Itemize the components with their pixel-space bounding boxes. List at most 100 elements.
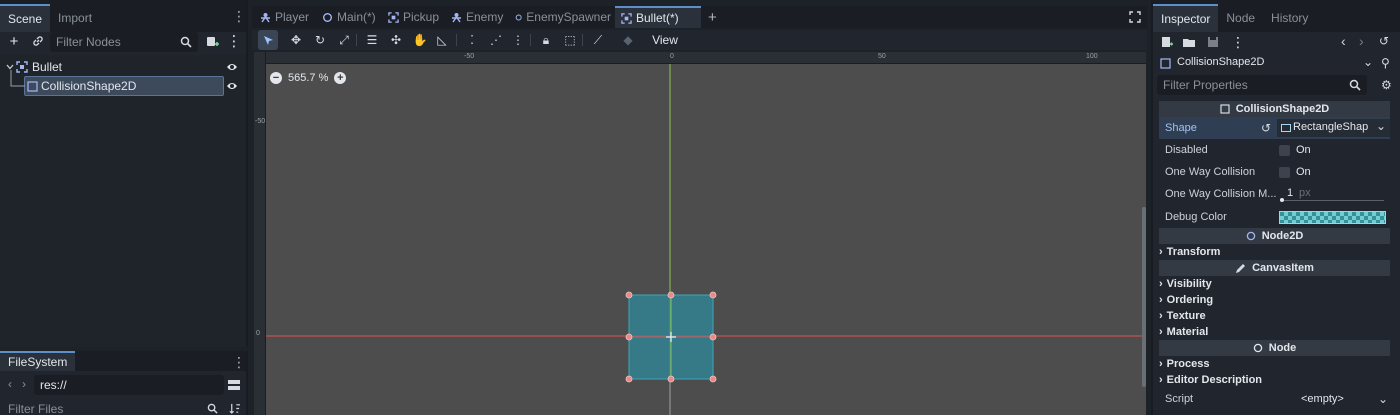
zoom-out-button[interactable]: − [270, 72, 282, 84]
move-mode-button[interactable]: ✥ [286, 30, 306, 50]
group-visibility[interactable]: › Visibility [1159, 276, 1212, 292]
collision-rectangle-shape[interactable] [616, 282, 726, 392]
history-list-icon[interactable]: ↺ [1379, 34, 1389, 48]
dock-menu-icon[interactable]: ⋮ [232, 354, 246, 370]
one-way-collision-checkbox[interactable] [1279, 166, 1290, 178]
snap-options-button[interactable]: ⋮ [508, 30, 528, 50]
open-folder-icon[interactable] [1183, 36, 1195, 48]
dock-menu-icon[interactable]: ⋮ [232, 8, 246, 24]
scene-tab-main[interactable]: Main(*) [322, 6, 386, 28]
path-field[interactable]: res:// [34, 375, 224, 395]
viewport-vertical-scrollbar[interactable] [1142, 207, 1146, 387]
forward-arrow-icon[interactable]: › [22, 377, 26, 391]
group-process[interactable]: › Process [1159, 356, 1209, 372]
filesystem-path-bar: ‹ › res:// [0, 375, 246, 395]
disabled-checkbox[interactable] [1279, 144, 1290, 156]
tree-connector [10, 70, 25, 87]
smart-snap-button[interactable]: ⁚ [462, 30, 482, 50]
add-scene-tab-button[interactable]: + [708, 6, 724, 28]
group-material[interactable]: › Material [1159, 324, 1208, 340]
kebab-menu-icon[interactable]: ⋮ [1231, 34, 1245, 51]
ruler-left[interactable]: -50 0 [254, 52, 266, 415]
view-menu-button[interactable]: View [648, 30, 682, 50]
zoom-in-button[interactable]: + [334, 72, 347, 84]
tree-row-bullet[interactable]: Bullet [0, 57, 246, 77]
group-editor-description[interactable]: › Editor Description [1159, 372, 1262, 388]
attach-script-button[interactable] [202, 32, 222, 50]
ruler-top[interactable]: -50 0 50 100 [254, 52, 1146, 64]
rotate-mode-button[interactable]: ↻ [310, 30, 330, 50]
slider-grabber[interactable] [1280, 198, 1284, 202]
tree-row-collisionshape2d[interactable]: CollisionShape2D [0, 70, 246, 96]
character-icon [452, 12, 461, 22]
group-title: Editor Description [1166, 374, 1263, 386]
tab-import[interactable]: Import [50, 4, 100, 32]
add-node-button[interactable]: + [4, 32, 24, 50]
sort-icon[interactable] [229, 403, 240, 414]
new-resource-icon[interactable] [1161, 36, 1173, 48]
tab-filesystem[interactable]: FileSystem [0, 351, 76, 371]
script-value[interactable]: <empty> [1301, 393, 1344, 405]
lock-button[interactable]: 🔒︎ [536, 30, 556, 50]
tab-history[interactable]: History [1263, 4, 1316, 32]
property-options-icon[interactable]: ⚙ [1381, 78, 1392, 92]
history-back-icon[interactable]: ‹ [1341, 33, 1346, 49]
group-ordering[interactable]: › Ordering [1159, 292, 1213, 308]
visibility-eye-icon[interactable] [226, 80, 238, 92]
zoom-level[interactable]: 565.7 % [288, 72, 328, 84]
chevron-right-icon: › [1159, 294, 1163, 306]
filter-properties-input[interactable]: Filter Properties [1157, 75, 1367, 95]
area2d-icon [388, 11, 399, 23]
filter-files-placeholder[interactable]: Filter Files [8, 402, 63, 415]
revert-icon[interactable]: ↺ [1261, 121, 1271, 135]
scene-more-button[interactable]: ⋮ [224, 32, 244, 50]
save-icon[interactable] [1207, 36, 1219, 48]
tab-node[interactable]: Node [1218, 4, 1263, 32]
split-view-icon[interactable] [228, 379, 240, 391]
canvas-viewport[interactable]: -50 0 50 100 -50 0 − 565.7 % + [254, 52, 1146, 415]
scene-tab-pickup[interactable]: Pickup [388, 6, 452, 28]
shape-resource-picker[interactable]: RectangleShap ⌄ [1277, 119, 1390, 137]
group-title: Transform [1166, 246, 1221, 258]
margin-slider-field[interactable]: 1 px [1277, 185, 1390, 203]
scene-tab-enemy[interactable]: Enemy [451, 6, 511, 28]
filesystem-tabbar: FileSystem ⋮ [0, 351, 246, 371]
group-transform[interactable]: › Transform [1159, 244, 1220, 260]
history-forward-icon[interactable]: › [1359, 33, 1364, 49]
group-button[interactable]: ⬚ [560, 30, 580, 50]
scene-tab-enemyspawner[interactable]: EnemySpawner [515, 6, 611, 28]
visibility-eye-icon[interactable] [226, 61, 238, 73]
ruler-mode-button[interactable]: ◺ [432, 30, 452, 50]
scene-tab-label: Bullet(*) [636, 11, 679, 25]
scene-tabs-bar: Player Main(*) Pickup Enemy EnemySpawner… [252, 6, 1147, 28]
property-value: RectangleShap [1293, 121, 1369, 133]
skeleton-button[interactable]: ⟋ [588, 30, 608, 50]
pivot-mode-button[interactable]: ✣ [386, 30, 406, 50]
group-texture[interactable]: › Texture [1159, 308, 1206, 324]
filter-nodes-input[interactable]: Filter Nodes [50, 32, 198, 52]
distraction-free-icon[interactable] [1129, 11, 1141, 23]
debug-color-swatch[interactable] [1279, 211, 1386, 224]
plus-icon: + [708, 8, 717, 26]
scale-mode-button[interactable]: ⤢ [334, 30, 354, 50]
rectangle-shape-icon [1281, 124, 1291, 132]
collision-shape-icon [27, 81, 38, 92]
pan-mode-button[interactable]: ✋ [410, 30, 430, 50]
selected-object-name[interactable]: CollisionShape2D [1177, 56, 1264, 68]
scene-tab-bullet[interactable]: Bullet(*) [615, 6, 701, 28]
chevron-right-icon: › [1159, 358, 1163, 370]
node-tree-icon[interactable]: ⚲ [1381, 56, 1390, 70]
scene-tab-player[interactable]: Player [260, 6, 320, 28]
instance-scene-button[interactable] [28, 32, 48, 50]
tab-inspector[interactable]: Inspector [1153, 4, 1219, 32]
select-mode-button[interactable] [258, 30, 278, 50]
back-arrow-icon[interactable]: ‹ [8, 377, 12, 391]
area2d-icon [621, 12, 632, 24]
list-select-button[interactable]: ☰ [362, 30, 382, 50]
camera-override-button[interactable]: ◆ [618, 30, 638, 50]
grid-snap-button[interactable]: ⋰ [486, 30, 506, 50]
tab-scene[interactable]: Scene [0, 4, 51, 32]
node-circle-icon [323, 12, 332, 22]
chevron-down-icon[interactable]: ⌄ [1378, 392, 1388, 406]
chevron-down-icon[interactable]: ⌄ [1363, 55, 1373, 69]
